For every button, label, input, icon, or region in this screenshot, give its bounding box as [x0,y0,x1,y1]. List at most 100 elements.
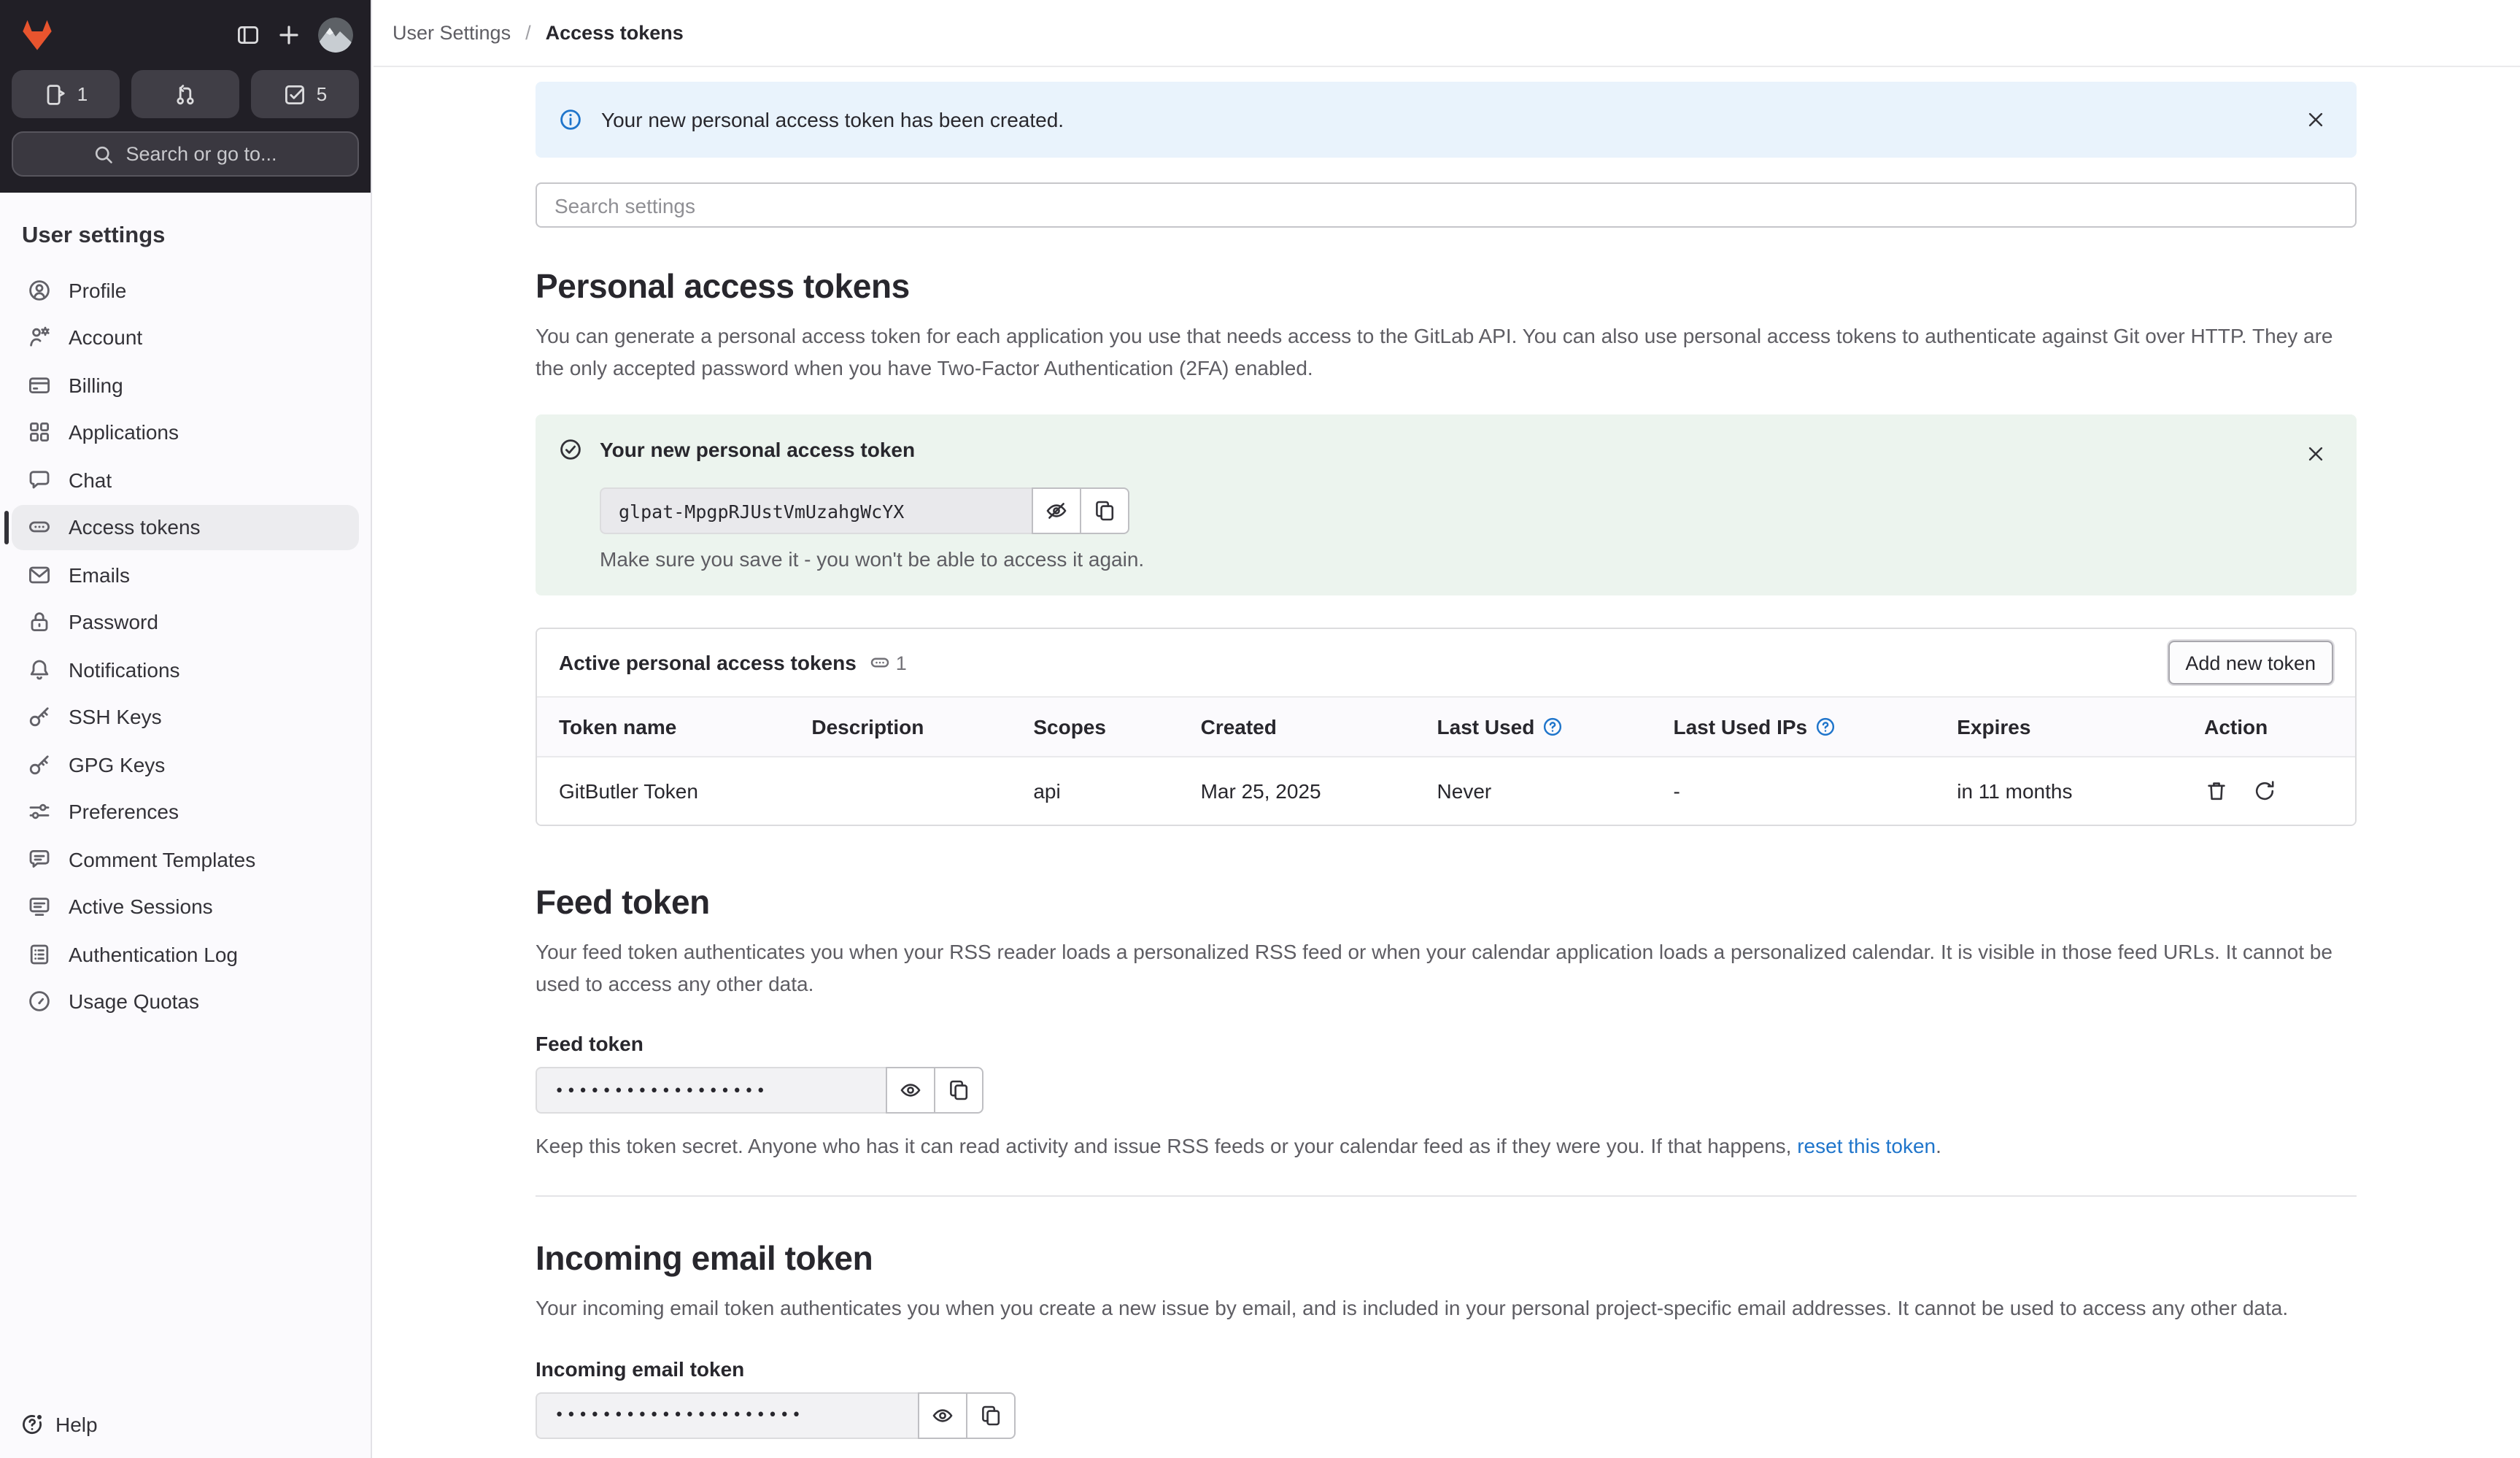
col-created: Created [1186,696,1423,757]
add-new-token-button[interactable]: Add new token [2168,641,2333,684]
issues-icon [47,84,65,104]
eye-icon [932,1408,953,1422]
cell-scopes: api [1019,757,1186,825]
sidebar-item-account[interactable]: Account [12,315,359,360]
cell-description [797,757,1019,825]
copy-icon [982,1405,1000,1425]
eye-icon [900,1084,921,1097]
sidebar-item-applications[interactable]: Applications [12,409,359,455]
sidebar-item-emails[interactable]: Emails [12,552,359,597]
alert-close-button[interactable] [2298,102,2333,137]
hide-token-button[interactable] [1032,487,1081,534]
search-settings-input[interactable] [536,182,2357,228]
sidebar-toggle-icon[interactable] [228,15,268,55]
check-circle-icon [560,439,581,460]
table-row: GitButler Token api Mar 25, 2025 Never -… [537,757,2355,825]
sidebar-item-password[interactable]: Password [12,599,359,644]
cell-token-name: GitButler Token [537,757,797,825]
todos-icon [285,85,304,104]
chat-icon [29,470,50,488]
reset-feed-token-link[interactable]: reset this token [1797,1134,1936,1157]
new-token-title: Your new personal access token [600,438,916,461]
active-tokens-card: Active personal access tokens 1 Add new … [536,628,2357,826]
col-last-used-ips: Last Used IPs [1658,696,1943,757]
sidebar-item-ssh-keys[interactable]: SSH Keys [12,694,359,739]
sidebar-item-preferences[interactable]: Preferences [12,789,359,834]
token-save-warning: Make sure you save it - you won't be abl… [600,547,1145,571]
reveal-feed-token-button[interactable] [886,1067,935,1114]
todos-count: 5 [316,83,328,105]
alert-text: Your new personal access token has been … [601,108,1064,131]
col-action: Action [2189,696,2355,757]
feed-token-label: Feed token [536,1032,643,1055]
copy-icon [1096,501,1114,521]
notifications-bell-icon [30,659,49,679]
applications-icon [30,423,49,441]
reveal-incoming-email-token-button[interactable] [918,1392,967,1438]
col-token-name: Token name [537,696,797,757]
rotate-token-icon[interactable] [2252,779,2276,803]
breadcrumb-separator: / [525,22,531,44]
sidebar-item-authentication-log[interactable]: Authentication Log [12,931,359,976]
cell-created: Mar 25, 2025 [1186,757,1423,825]
sidebar-item-gpg-keys[interactable]: GPG Keys [12,741,359,787]
comment-templates-icon [29,849,50,867]
revoke-trash-icon[interactable] [2204,779,2227,803]
sidebar-item-comment-templates[interactable]: Comment Templates [12,836,359,882]
copy-token-button[interactable] [1080,487,1129,534]
token-pill-icon [29,521,50,533]
search-placeholder-text: Search or go to... [125,143,277,165]
sidebar-item-profile[interactable]: Profile [12,267,359,312]
eye-slash-icon [1046,503,1067,519]
cell-last-used: Never [1422,757,1659,825]
copy-feed-token-button[interactable] [934,1067,983,1114]
sidebar-item-access-tokens[interactable]: Access tokens [4,504,359,549]
billing-icon [29,377,50,393]
feed-token-value-input[interactable] [536,1067,886,1114]
info-icon [560,109,581,130]
issues-count-button[interactable]: 1 [12,70,120,118]
copy-icon [950,1080,968,1100]
col-last-used: Last Used [1422,696,1659,757]
active-tokens-table: Token name Description Scopes Created La… [537,696,2355,825]
personal-access-tokens-description: You can generate a personal access token… [536,324,2333,379]
sidebar-menu: Profile Account Billing Applications Cha… [0,267,371,1024]
incoming-email-token-value-input[interactable] [536,1392,918,1438]
breadcrumb-user-settings[interactable]: User Settings [393,22,511,44]
sidebar-item-active-sessions[interactable]: Active Sessions [12,884,359,929]
personal-access-tokens-title: Personal access tokens [536,267,910,305]
issues-count: 1 [77,83,88,105]
sidebar-item-billing[interactable]: Billing [12,362,359,407]
todos-count-button[interactable]: 5 [251,70,359,118]
profile-icon [29,279,50,300]
gpg-key-icon [29,755,49,774]
help-question-icon[interactable] [1814,717,1835,737]
help-menu-item[interactable]: Help [0,1391,371,1458]
password-lock-icon [31,612,48,632]
help-question-icon[interactable] [1542,717,1562,737]
incoming-email-token-label: Incoming email token [536,1357,745,1380]
preferences-sliders-icon [29,803,50,819]
sidebar-item-chat[interactable]: Chat [12,457,359,502]
new-token-close-button[interactable] [2298,436,2333,471]
copy-incoming-email-token-button[interactable] [966,1392,1016,1438]
sidebar-item-notifications[interactable]: Notifications [12,647,359,692]
merge-requests-button[interactable] [131,70,239,118]
user-avatar[interactable] [318,18,353,53]
sidebar-section-title: User settings [22,223,166,248]
feed-token-note: Keep this token secret. Anyone who has i… [536,1134,1941,1157]
section-divider [536,1195,2357,1197]
create-new-plus-icon[interactable] [268,15,309,55]
active-sessions-icon [29,898,50,916]
authentication-log-icon [30,944,49,964]
search-icon [96,145,113,163]
sidebar-item-usage-quotas[interactable]: Usage Quotas [12,979,359,1024]
incoming-email-token-description: Your incoming email token authenticates … [536,1296,2289,1319]
gitlab-tanuki-logo[interactable] [18,16,57,54]
feed-token-title: Feed token [536,883,710,921]
help-question-icon [23,1415,42,1435]
search-or-go-to[interactable]: Search or go to... [12,131,359,177]
active-tokens-count-badge: 1 [870,652,907,674]
new-token-value-input[interactable] [600,487,1032,534]
col-description: Description [797,696,1019,757]
